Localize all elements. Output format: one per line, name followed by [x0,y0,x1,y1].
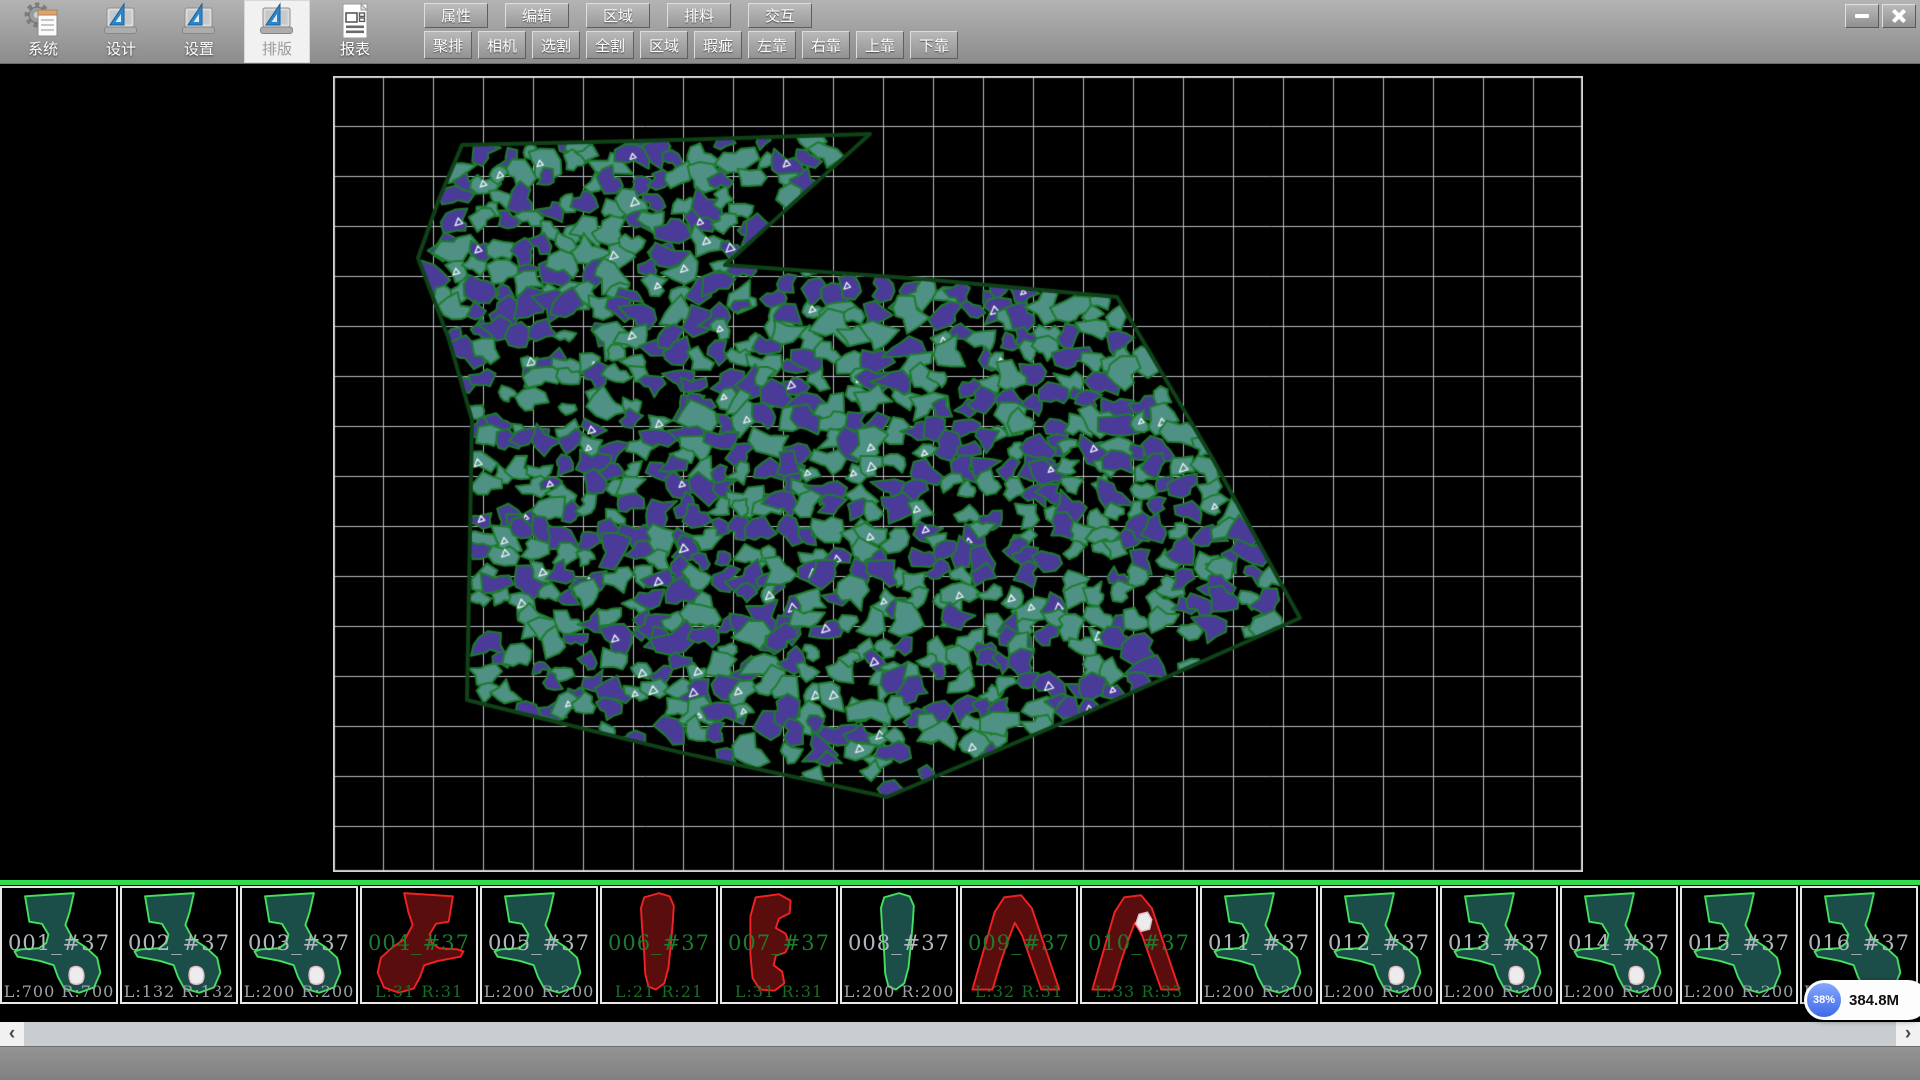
piece-thumbnail[interactable]: 002_#37 L:132 R:132 [120,886,238,1004]
main-button-4[interactable]: 排版 [244,0,310,63]
piece-thumbnail[interactable]: 009_#37 L:32 R:31 [960,886,1078,1004]
menu-tab-5[interactable]: 交互 [748,3,812,28]
tool-button-10[interactable]: 下靠 [910,31,958,59]
piece-thumbnail[interactable]: 005_#37 L:200 R:200 [480,886,598,1004]
tool-button-8[interactable]: 右靠 [802,31,850,59]
piece-thumbnail[interactable]: 011_#37 L:200 R:200 [1200,886,1318,1004]
tool-button-3[interactable]: 选割 [532,31,580,59]
piece-count-label: L:200 R:200 [1322,982,1436,1001]
design-ruler-icon [101,1,141,41]
menu-tab-4[interactable]: 排料 [667,3,731,28]
piece-thumbnail[interactable]: 007_#37 L:31 R:31 [720,886,838,1004]
piece-id-label: 010_#37 [1082,931,1196,955]
piece-thumbnail[interactable]: 001_#37 L:700 R:700 [0,886,118,1004]
horizontal-scrollbar[interactable]: ‹ › [0,1022,1920,1046]
application-window: 系统设计设置排版报表 属性编辑区域排料交互 聚排相机选割全割区域瑕疵左靠右靠上靠… [0,0,1920,1080]
minimize-icon [1855,14,1869,18]
piece-count-label: L:200 R:200 [1442,982,1556,1001]
piece-count-label: L:200 R:200 [242,982,356,1001]
piece-id-label: 005_#37 [482,931,596,955]
piece-id-label: 011_#37 [1202,931,1316,955]
tool-button-row: 聚排相机选割全割区域瑕疵左靠右靠上靠下靠 [424,31,958,59]
tool-button-9[interactable]: 上靠 [856,31,904,59]
menu-tab-3[interactable]: 区域 [586,3,650,28]
piece-thumbnail[interactable]: 008_#37 L:200 R:200 [840,886,958,1004]
tool-button-2[interactable]: 相机 [478,31,526,59]
piece-thumbnail[interactable]: 004_#37 L:31 R:31 [360,886,478,1004]
piece-thumbnail[interactable]: 006_#37 L:21 R:21 [600,886,718,1004]
main-button-3[interactable]: 设置 [166,0,232,63]
thumbnail-strip-separator [0,880,1920,885]
close-icon [1891,8,1907,24]
piece-count-label: L:31 R:31 [362,982,476,1001]
piece-id-label: 006_#37 [602,931,716,955]
piece-count-label: L:33 R:33 [1082,982,1196,1001]
menu-tab-2[interactable]: 编辑 [505,3,569,28]
memory-usage-badge: 38% 384.8M [1804,980,1920,1020]
piece-id-label: 016_#37 [1802,931,1916,955]
piece-thumbnail-strip: 001_#37L:700 R:700002_#37L:132 R:132003_… [0,886,1920,1006]
nesting-ruler-icon [257,1,297,41]
piece-id-label: 009_#37 [962,931,1076,955]
piece-thumbnail[interactable]: 012_#37 L:200 R:200 [1320,886,1438,1004]
menu-tab-1[interactable]: 属性 [424,3,488,28]
piece-id-label: 003_#37 [242,931,356,955]
main-button-label: 排版 [262,41,292,59]
piece-thumbnail[interactable]: 014_#37 L:200 R:200 [1560,886,1678,1004]
status-bar [0,1046,1920,1080]
piece-count-label: L:700 R:700 [2,982,116,1001]
piece-count-label: L:31 R:31 [722,982,836,1001]
scroll-left-button[interactable]: ‹ [0,1022,24,1046]
piece-count-label: L:200 R:200 [482,982,596,1001]
piece-id-label: 007_#37 [722,931,836,955]
toolbar: 系统设计设置排版报表 属性编辑区域排料交互 聚排相机选割全割区域瑕疵左靠右靠上靠… [0,0,1920,64]
piece-thumbnail[interactable]: 003_#37 L:200 R:200 [240,886,358,1004]
piece-thumbnail[interactable]: 013_#37 L:200 R:200 [1440,886,1558,1004]
main-button-label: 报表 [340,41,370,59]
piece-id-label: 014_#37 [1562,931,1676,955]
percent-indicator: 38% [1807,983,1841,1017]
minimize-button[interactable] [1845,4,1879,28]
gear-document-icon [23,1,63,41]
piece-id-label: 001_#37 [2,931,116,955]
main-button-label: 系统 [28,41,58,59]
nesting-canvas[interactable] [333,76,1583,872]
tool-button-7[interactable]: 左靠 [748,31,796,59]
close-button[interactable] [1882,4,1916,28]
memory-value: 384.8M [1849,992,1899,1009]
main-button-2[interactable]: 设计 [88,0,154,63]
piece-id-label: 004_#37 [362,931,476,955]
piece-count-label: L:32 R:31 [962,982,1076,1001]
piece-id-label: 015_#37 [1682,931,1796,955]
piece-count-label: L:200 R:200 [1202,982,1316,1001]
piece-count-label: L:200 R:200 [1682,982,1796,1001]
piece-thumbnail[interactable]: 010_#37 L:33 R:33 [1080,886,1198,1004]
piece-id-label: 013_#37 [1442,931,1556,955]
tool-button-6[interactable]: 瑕疵 [694,31,742,59]
tool-button-1[interactable]: 聚排 [424,31,472,59]
main-button-1[interactable]: 系统 [10,0,76,63]
piece-count-label: L:200 R:200 [1562,982,1676,1001]
main-button-label: 设置 [184,41,214,59]
piece-id-label: 012_#37 [1322,931,1436,955]
piece-thumbnail[interactable]: 015_#37 L:200 R:200 [1680,886,1798,1004]
piece-id-label: 008_#37 [842,931,956,955]
main-button-label: 设计 [106,41,136,59]
tool-button-4[interactable]: 全割 [586,31,634,59]
scroll-right-button[interactable]: › [1896,1022,1920,1046]
main-mode-buttons: 系统 设计 设置 排版 报表 [10,0,400,63]
settings-ruler-icon [179,1,219,41]
window-controls [1845,4,1916,28]
tool-button-5[interactable]: 区域 [640,31,688,59]
piece-count-label: L:200 R:200 [842,982,956,1001]
report-document-icon [335,1,375,41]
main-button-5[interactable]: 报表 [322,0,388,63]
piece-id-label: 002_#37 [122,931,236,955]
piece-count-label: L:132 R:132 [122,982,236,1001]
menu-tab-row: 属性编辑区域排料交互 [424,3,812,28]
piece-count-label: L:21 R:21 [602,982,716,1001]
